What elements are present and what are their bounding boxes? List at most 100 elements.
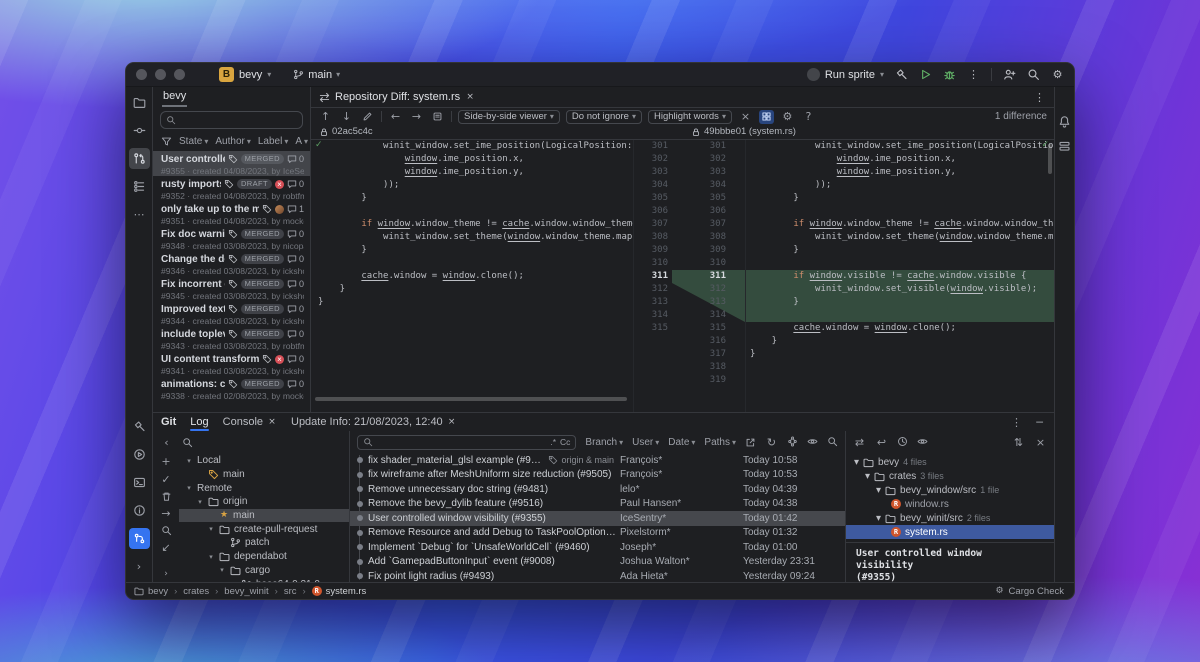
- status-right[interactable]: ⚙ Cargo Check: [995, 586, 1065, 597]
- chevron-down-icon[interactable]: ▾: [185, 484, 193, 492]
- diff-editor[interactable]: ✓ winit_window.set_ime_position(LogicalP…: [311, 140, 1054, 412]
- open-in-new-icon[interactable]: [745, 437, 756, 448]
- pr-search-input[interactable]: [160, 111, 303, 129]
- debug-bug-icon[interactable]: [943, 68, 956, 81]
- chevron-down-icon[interactable]: ▾: [207, 525, 215, 533]
- pr-list-item[interactable]: Fix incorrent do... MERGED 0 #9345 · create…: [153, 276, 310, 302]
- branch-tree-item[interactable]: ▾ origin: [179, 495, 349, 509]
- chevron-down-icon[interactable]: ▾: [218, 566, 226, 574]
- commit-row[interactable]: Fix point light radius (#9493) Ada Hieta*…: [350, 569, 845, 582]
- file-tree-item[interactable]: Rwindow.rs: [846, 497, 1054, 511]
- settings-gear-button[interactable]: ⚙: [780, 110, 795, 124]
- file-tree-item[interactable]: ▾ bevy_winit/src 2 files: [846, 511, 1054, 525]
- file-tree-item[interactable]: ▾ crates 3 files: [846, 469, 1054, 483]
- pr-list-item[interactable]: include toplevel... MERGED 0 #9343 · create…: [153, 326, 310, 352]
- log-filter-date[interactable]: Date ▾: [668, 437, 695, 448]
- settings-gear-icon[interactable]: ⚙: [1051, 68, 1064, 81]
- tab-options-kebab-icon[interactable]: ⋮: [1033, 91, 1046, 104]
- arrow-down-button[interactable]: ↓: [339, 110, 354, 124]
- kebab-menu-icon[interactable]: ⋮: [1010, 416, 1023, 429]
- run-configuration-widget[interactable]: Run sprite ▾: [806, 68, 884, 81]
- diff-dropdown-1[interactable]: Do not ignore ▾: [565, 109, 642, 124]
- search-icon[interactable]: [1027, 68, 1040, 81]
- file-tree-item[interactable]: ▾ bevy_window/src 1 file: [846, 483, 1054, 497]
- chevron-left-icon[interactable]: ‹: [160, 436, 173, 449]
- commit-row[interactable]: User controlled window visibility (#9355…: [350, 511, 845, 526]
- updown-icon[interactable]: ⇅: [1012, 436, 1025, 449]
- pr-list-item[interactable]: UI content transform × 0 #9341 · created 03…: [153, 351, 310, 377]
- build-hammer-icon[interactable]: [895, 68, 908, 81]
- eye-icon[interactable]: [807, 436, 818, 447]
- run-play-icon[interactable]: [919, 68, 932, 81]
- funnel-icon[interactable]: [161, 136, 172, 147]
- close-button[interactable]: ×: [738, 110, 753, 124]
- undo-icon[interactable]: ↩: [875, 436, 888, 449]
- breadcrumb-item[interactable]: src: [284, 586, 297, 597]
- arrow-right-button[interactable]: →: [409, 110, 424, 124]
- commit-row[interactable]: Remove the bevy_dylib feature (#9516) Pau…: [350, 497, 845, 512]
- search-icon[interactable]: [182, 437, 193, 448]
- branch-tree-item[interactable]: ▾ Local: [179, 454, 349, 468]
- pr-filter-state[interactable]: State ▾: [179, 136, 208, 147]
- chevron-down-icon[interactable]: ▾: [876, 513, 881, 524]
- window-minimize-button[interactable]: [155, 69, 166, 80]
- pull-requests-tab[interactable]: bevy: [153, 87, 310, 108]
- log-filter-branch[interactable]: Branch ▾: [585, 437, 623, 448]
- notifications-bell-icon[interactable]: [1058, 115, 1071, 128]
- pr-list-item[interactable]: Change the def... MERGED 0 #9346 · created …: [153, 251, 310, 277]
- pr-list-item[interactable]: animations: con... MERGED 0 #9338 · created…: [153, 376, 310, 402]
- branch-tree-item[interactable]: main: [179, 468, 349, 482]
- arrow-right-icon[interactable]: →: [160, 507, 173, 520]
- vertical-scrollbar[interactable]: [1048, 144, 1052, 174]
- run-circle-tool-button[interactable]: [129, 444, 150, 465]
- more-tool-button[interactable]: ⋯: [129, 204, 150, 225]
- log-filter-paths[interactable]: Paths ▾: [704, 437, 736, 448]
- branch-tree-item[interactable]: patch: [179, 536, 349, 550]
- kebab-menu-icon[interactable]: ⋮: [967, 68, 980, 81]
- structure-tool-button[interactable]: [129, 176, 150, 197]
- chevron-down-icon[interactable]: ▾: [207, 553, 215, 561]
- regex-toggle[interactable]: .*: [550, 437, 556, 447]
- hide-panel-icon[interactable]: ─: [1033, 416, 1046, 429]
- help-button[interactable]: ?: [801, 110, 816, 124]
- branch-widget[interactable]: main ▾: [293, 69, 340, 81]
- git-tool-tool-button[interactable]: [128, 528, 150, 549]
- window-zoom-button[interactable]: [174, 69, 185, 80]
- breadcrumb-item[interactable]: bevy_winit: [224, 586, 268, 597]
- terminal-tool-button[interactable]: [129, 472, 150, 493]
- eye-icon[interactable]: [917, 436, 928, 447]
- branch-tree-item[interactable]: ★ main: [179, 508, 349, 523]
- pencil-button[interactable]: [360, 110, 375, 124]
- plus-icon[interactable]: +: [160, 455, 173, 468]
- trash-icon[interactable]: [161, 491, 172, 502]
- chevron-right-icon[interactable]: ›: [161, 569, 171, 579]
- refresh-icon[interactable]: ↻: [765, 436, 778, 449]
- compare-icon[interactable]: ⇄: [853, 436, 866, 449]
- search-icon[interactable]: [161, 525, 172, 536]
- check-icon[interactable]: ✓: [160, 473, 173, 486]
- file-tree-item[interactable]: Rsystem.rs: [846, 525, 1054, 539]
- pull-request-tool-button[interactable]: [128, 148, 150, 169]
- log-filter-user[interactable]: User ▾: [632, 437, 659, 448]
- chevron-right-tool-button[interactable]: ›: [129, 556, 150, 577]
- pr-list-item[interactable]: rusty imports ... DRAFT× 0 #9352 · created …: [153, 176, 310, 202]
- tab-close-icon[interactable]: ×: [447, 417, 457, 427]
- pr-list-item[interactable]: Fix doc warning... MERGED 0 #9348 · created…: [153, 226, 310, 252]
- git-tab-log[interactable]: Log: [190, 413, 210, 431]
- commit-row[interactable]: fix shader_material_glsl example (#9513)…: [350, 453, 845, 468]
- git-tab-console[interactable]: Console ×: [223, 413, 277, 431]
- chevron-down-icon[interactable]: ▾: [854, 457, 859, 468]
- diff-right-pane[interactable]: ✓ winit_window.set_ime_position(LogicalP…: [746, 140, 1054, 412]
- commit-tool-button[interactable]: [129, 120, 150, 141]
- pr-list-item[interactable]: Improved text w... MERGED 0 #9344 · created…: [153, 301, 310, 327]
- chevron-down-icon[interactable]: ▾: [196, 498, 204, 506]
- folder-tool-button[interactable]: [129, 92, 150, 113]
- arrow-left-button[interactable]: ←: [388, 110, 403, 124]
- build-hammer-tool-button[interactable]: [129, 416, 150, 437]
- clock-icon[interactable]: [897, 436, 908, 447]
- commit-row[interactable]: Implement `Debug` for `UnsafeWorldCell` …: [350, 540, 845, 555]
- breadcrumb-item[interactable]: crates: [183, 586, 209, 597]
- match-case-toggle[interactable]: Cc: [560, 437, 570, 447]
- commit-row[interactable]: Remove Resource and add Debug to TaskPoo…: [350, 526, 845, 541]
- pr-filter-label[interactable]: Label ▾: [258, 136, 288, 147]
